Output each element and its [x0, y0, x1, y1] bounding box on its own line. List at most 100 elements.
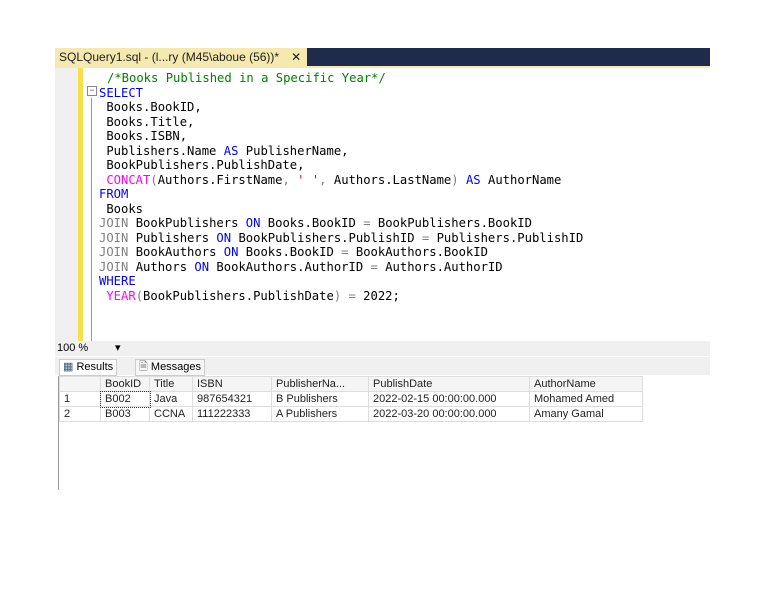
query-editor[interactable]: − /*Books Published in a Specific Year*/…	[55, 66, 710, 343]
table-row[interactable]: 1 B002 Java 987654321 B Publishers 2022-02-15…	[59, 390, 643, 408]
code-token: Authors.AuthorID	[377, 259, 503, 274]
code-token: Books.Title,	[99, 114, 195, 129]
table-cell[interactable]: Amany Gamal	[529, 406, 643, 422]
code-token: AuthorName	[480, 172, 562, 187]
column-header[interactable]	[59, 376, 101, 392]
code-token: BookPublishers.PublishDate,	[99, 158, 305, 172]
code-token: FROM	[99, 187, 129, 201]
code-token: Authors.FirstName	[157, 172, 283, 187]
code-line: YEAR(BookPublishers.PublishDate) = 2022;	[99, 289, 583, 304]
row-number[interactable]: 2	[59, 406, 101, 422]
code-line: Publishers.Name AS PublisherName,	[99, 144, 583, 159]
tab-results-label: Results	[76, 361, 114, 373]
code-token: BookPublishers.PublishID	[231, 230, 422, 245]
code-line: SELECT	[99, 86, 583, 101]
code-token: PublisherName,	[238, 143, 349, 158]
code-token: Books	[99, 201, 144, 216]
grid-icon: ▦	[63, 361, 77, 373]
row-number[interactable]: 1	[59, 391, 101, 407]
code-token: Authors	[128, 259, 195, 274]
code-line: JOIN Publishers ON BookPublishers.Publis…	[99, 231, 583, 246]
code-token: ON	[194, 259, 210, 274]
code-token: Books.BookID	[238, 245, 342, 259]
code-line: WHERE	[99, 274, 583, 289]
table-cell[interactable]: CCNA	[149, 406, 193, 422]
code-token: BookAuthors.AuthorID	[209, 259, 371, 274]
code-token: ,	[282, 172, 298, 187]
editor-gutter	[55, 68, 78, 343]
table-cell[interactable]: Mohamed Amed	[529, 391, 643, 407]
code-token: =	[341, 245, 349, 259]
tab-title: SQLQuery1.sql - (l...ry (M45\aboue (56))…	[59, 50, 280, 64]
code-token: JOIN	[99, 259, 129, 274]
table-cell[interactable]: 111222333	[192, 406, 272, 422]
results-grid: BookID Title ISBN PublisherNa... PublishDate…	[58, 376, 679, 490]
code-token: ON	[223, 245, 239, 259]
table-cell[interactable]: B Publishers	[271, 391, 369, 407]
table-cell[interactable]: Java	[149, 391, 193, 407]
code-line: JOIN BookAuthors ON Books.BookID = BookA…	[99, 245, 583, 260]
code-token: /*Books Published in a Specific Year*/	[107, 71, 386, 85]
code-token: WHERE	[99, 274, 136, 288]
column-header[interactable]: PublishDate	[368, 376, 530, 392]
table-cell[interactable]: B002	[99, 390, 151, 408]
code-token: (	[150, 172, 158, 187]
code-token: BookAuthors.BookID	[348, 245, 488, 259]
tab-sqlquery1[interactable]: SQLQuery1.sql - (l...ry (M45\aboue (56))…	[55, 48, 308, 66]
tab-messages-label: Messages	[150, 361, 202, 373]
column-header[interactable]: AuthorName	[529, 376, 643, 392]
code-token: YEAR	[99, 288, 136, 303]
code-token: BookPublishers.BookID	[370, 216, 532, 230]
code-token: AS	[465, 172, 481, 187]
table-cell[interactable]: 987654321	[192, 391, 272, 407]
chevron-down-icon[interactable]: ▾	[115, 341, 121, 356]
code-token: =	[341, 288, 364, 303]
code-token: ON	[245, 216, 261, 230]
code-line: JOIN Authors ON BookAuthors.AuthorID = A…	[99, 260, 583, 275]
code-token: Publishers.Name	[99, 143, 224, 158]
code-token: BookPublishers.PublishDate	[143, 288, 334, 303]
tab-results[interactable]: ▦ Results	[59, 359, 118, 376]
code-token: =	[370, 259, 378, 274]
code-token: Books.BookID,	[99, 100, 202, 114]
code-text[interactable]: /*Books Published in a Specific Year*/SE…	[99, 71, 583, 303]
code-token: SELECT	[99, 85, 144, 100]
code-token: 2022;	[363, 288, 400, 303]
tab-messages[interactable]: 🗎 Messages	[135, 359, 206, 376]
fold-line	[91, 98, 92, 341]
code-token: JOIN	[99, 230, 129, 245]
results-tabs: ▦ Results 🗎 Messages	[55, 357, 710, 376]
close-icon[interactable]: ✕	[291, 50, 301, 64]
document-tab-bar: SQLQuery1.sql - (l...ry (M45\aboue (56))…	[55, 48, 710, 66]
code-token: (	[135, 288, 144, 303]
code-token: Authors.LastName	[333, 172, 452, 187]
grid-header-row: BookID Title ISBN PublisherNa... PublishDate…	[59, 376, 643, 392]
code-token: ,	[319, 172, 334, 187]
zoom-level[interactable]: 100 %	[57, 341, 88, 356]
column-header[interactable]: BookID	[100, 376, 150, 392]
code-token: JOIN	[99, 245, 129, 259]
column-header[interactable]: ISBN	[192, 376, 272, 392]
code-line: Books.Title,	[99, 115, 583, 130]
column-header[interactable]: PublisherNa...	[271, 376, 369, 392]
table-cell[interactable]: A Publishers	[271, 406, 369, 422]
code-line: JOIN BookPublishers ON Books.BookID = Bo…	[99, 216, 583, 231]
code-token: Books.ISBN,	[99, 129, 188, 143]
table-cell[interactable]: 2022-03-20 00:00:00.000	[368, 406, 530, 422]
code-token: Publishers	[128, 230, 217, 245]
zoom-bar: 100 % ▾	[55, 341, 710, 356]
code-token: =	[363, 216, 371, 230]
table-row[interactable]: 2 B003 CCNA 111222333 A Publishers 2022-03-20…	[59, 406, 643, 422]
table-cell[interactable]: B003	[100, 406, 150, 422]
code-line: BookPublishers.PublishDate,	[99, 158, 583, 173]
code-line: Books.ISBN,	[99, 129, 583, 144]
collapse-icon[interactable]: −	[87, 86, 97, 96]
table-cell[interactable]: 2022-02-15 00:00:00.000	[368, 391, 530, 407]
column-header[interactable]: Title	[149, 376, 193, 392]
code-token: ON	[216, 230, 232, 245]
code-token: AS	[223, 143, 239, 158]
change-marker-bar	[78, 68, 83, 343]
code-line: Books	[99, 202, 583, 217]
code-token: BookPublishers	[128, 216, 246, 230]
code-token: )	[451, 172, 466, 187]
